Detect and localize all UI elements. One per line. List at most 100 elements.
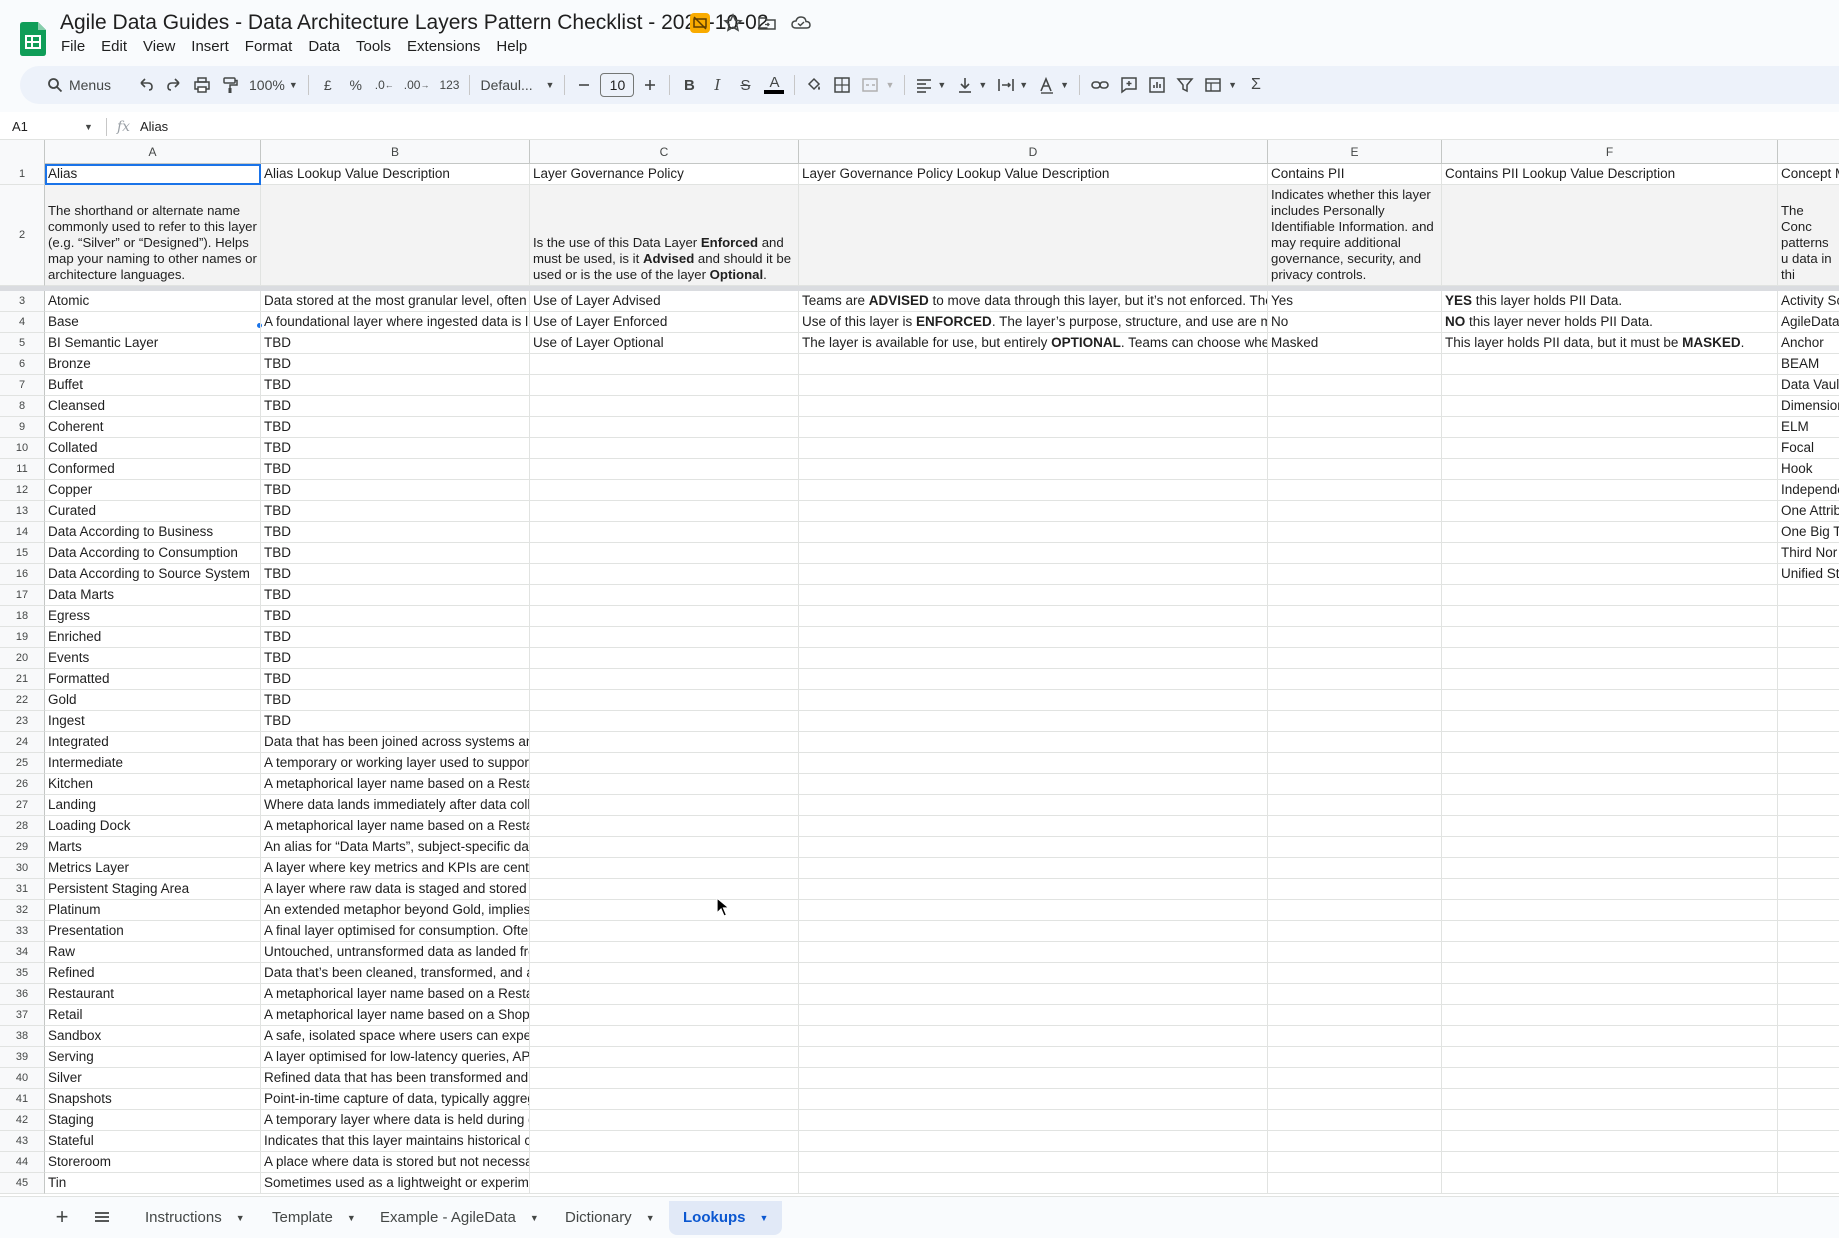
cell-e[interactable]	[1268, 942, 1442, 963]
cell-b[interactable]: TBD	[261, 480, 530, 501]
cell-b[interactable]: Where data lands immediately after data …	[261, 795, 530, 816]
cell-a[interactable]: Intermediate	[45, 753, 261, 774]
cell-g[interactable]	[1778, 879, 1839, 900]
menu-data[interactable]: Data	[300, 36, 348, 58]
cell-e[interactable]	[1268, 984, 1442, 1005]
cell-e[interactable]	[1268, 921, 1442, 942]
cell-b[interactable]: A metaphorical layer name based on a Res…	[261, 774, 530, 795]
cell-b[interactable]: A safe, isolated space where users can e…	[261, 1026, 530, 1047]
italic-button[interactable]: I	[703, 71, 731, 99]
cell-d[interactable]	[799, 564, 1268, 585]
cell-e[interactable]	[1268, 1173, 1442, 1194]
cell-a[interactable]: Collated	[45, 438, 261, 459]
move-folder-icon[interactable]	[756, 12, 778, 34]
cell-g[interactable]: Focal	[1778, 438, 1839, 459]
cell-d[interactable]	[799, 459, 1268, 480]
cell-c[interactable]	[530, 564, 799, 585]
cell-g[interactable]: Hook	[1778, 459, 1839, 480]
cell-b[interactable]: TBD	[261, 627, 530, 648]
cell-d[interactable]	[799, 543, 1268, 564]
cell-f[interactable]	[1442, 396, 1778, 417]
cell-b[interactable]: Refined data that has been transformed a…	[261, 1068, 530, 1089]
cell-e[interactable]	[1268, 669, 1442, 690]
cell-f[interactable]	[1442, 648, 1778, 669]
menu-file[interactable]: File	[61, 36, 93, 58]
cell-g[interactable]	[1778, 669, 1839, 690]
cell-b[interactable]: A metaphorical layer name based on a Res…	[261, 984, 530, 1005]
cell-e[interactable]	[1268, 375, 1442, 396]
cell-a[interactable]: Coherent	[45, 417, 261, 438]
cell-d[interactable]	[799, 627, 1268, 648]
cell-g[interactable]: One Attrib	[1778, 501, 1839, 522]
cell-f[interactable]	[1442, 1068, 1778, 1089]
cell-g[interactable]: BEAM	[1778, 354, 1839, 375]
cell-a[interactable]: Marts	[45, 837, 261, 858]
row-header[interactable]: 30	[0, 858, 45, 879]
cell-f[interactable]	[1442, 795, 1778, 816]
cloud-saved-icon[interactable]	[790, 12, 812, 34]
cell-f[interactable]: This layer holds PII data, but it must b…	[1442, 333, 1778, 354]
cell-g1[interactable]: Concept M	[1778, 164, 1839, 185]
row-header[interactable]: 8	[0, 396, 45, 417]
increase-decimal-button[interactable]: .00 →	[399, 71, 435, 99]
cell-f[interactable]: YES this layer holds PII Data.	[1442, 291, 1778, 312]
cell-f[interactable]	[1442, 963, 1778, 984]
cell-d[interactable]	[799, 900, 1268, 921]
cell-d[interactable]	[799, 417, 1268, 438]
cell-c[interactable]	[530, 627, 799, 648]
cell-b[interactable]: Sometimes used as a lightweight or exper…	[261, 1173, 530, 1194]
cell-b[interactable]: A foundational layer where ingested data…	[261, 312, 530, 333]
document-title[interactable]: Agile Data Guides - Data Architecture La…	[60, 11, 769, 35]
cell-f[interactable]	[1442, 1005, 1778, 1026]
cell-f[interactable]	[1442, 1131, 1778, 1152]
cell-d[interactable]	[799, 648, 1268, 669]
cell-c[interactable]	[530, 732, 799, 753]
cell-g[interactable]	[1778, 627, 1839, 648]
cell-a[interactable]: BI Semantic Layer	[45, 333, 261, 354]
row-header[interactable]: 19	[0, 627, 45, 648]
cell-e2[interactable]: Indicates whether this layer includes Pe…	[1268, 185, 1442, 286]
menu-format[interactable]: Format	[237, 36, 301, 58]
row-header[interactable]: 5	[0, 333, 45, 354]
cell-d[interactable]	[799, 501, 1268, 522]
cell-g[interactable]	[1778, 606, 1839, 627]
font-size-input[interactable]: 10	[600, 73, 635, 97]
cell-d[interactable]	[799, 942, 1268, 963]
cell-a[interactable]: Loading Dock	[45, 816, 261, 837]
text-color-button[interactable]: A	[759, 71, 789, 99]
row-header[interactable]: 38	[0, 1026, 45, 1047]
cell-c[interactable]	[530, 837, 799, 858]
row-header[interactable]: 33	[0, 921, 45, 942]
more-formats-button[interactable]: 123	[434, 71, 464, 99]
strikethrough-button[interactable]: S	[731, 71, 759, 99]
row-header[interactable]: 14	[0, 522, 45, 543]
row-header[interactable]: 2	[0, 185, 45, 286]
row-header[interactable]: 32	[0, 900, 45, 921]
cell-g[interactable]: ELM	[1778, 417, 1839, 438]
no-sync-badge-icon[interactable]	[690, 13, 710, 33]
row-header[interactable]: 6	[0, 354, 45, 375]
cell-d[interactable]	[799, 1131, 1268, 1152]
cell-b[interactable]: A temporary layer where data is held dur…	[261, 1110, 530, 1131]
row-header[interactable]: 25	[0, 753, 45, 774]
cell-g[interactable]: Third Nor	[1778, 543, 1839, 564]
row-header[interactable]: 42	[0, 1110, 45, 1131]
cell-b[interactable]: TBD	[261, 711, 530, 732]
cell-c[interactable]	[530, 1152, 799, 1173]
cell-a[interactable]: Formatted	[45, 669, 261, 690]
cell-e[interactable]	[1268, 522, 1442, 543]
row-header[interactable]: 16	[0, 564, 45, 585]
cell-e[interactable]	[1268, 606, 1442, 627]
cell-e[interactable]	[1268, 564, 1442, 585]
cell-g[interactable]	[1778, 837, 1839, 858]
add-sheet-button[interactable]: +	[50, 1205, 74, 1229]
cell-c[interactable]	[530, 543, 799, 564]
cell-b[interactable]: Untouched, untransformed data as landed …	[261, 942, 530, 963]
cell-e[interactable]	[1268, 1026, 1442, 1047]
cell-g[interactable]	[1778, 900, 1839, 921]
cell-c[interactable]: Use of Layer Optional	[530, 333, 799, 354]
cell-g[interactable]	[1778, 1173, 1839, 1194]
cell-d[interactable]	[799, 690, 1268, 711]
cell-a[interactable]: Bronze	[45, 354, 261, 375]
cell-b[interactable]: Data that’s been cleaned, transformed, a…	[261, 963, 530, 984]
